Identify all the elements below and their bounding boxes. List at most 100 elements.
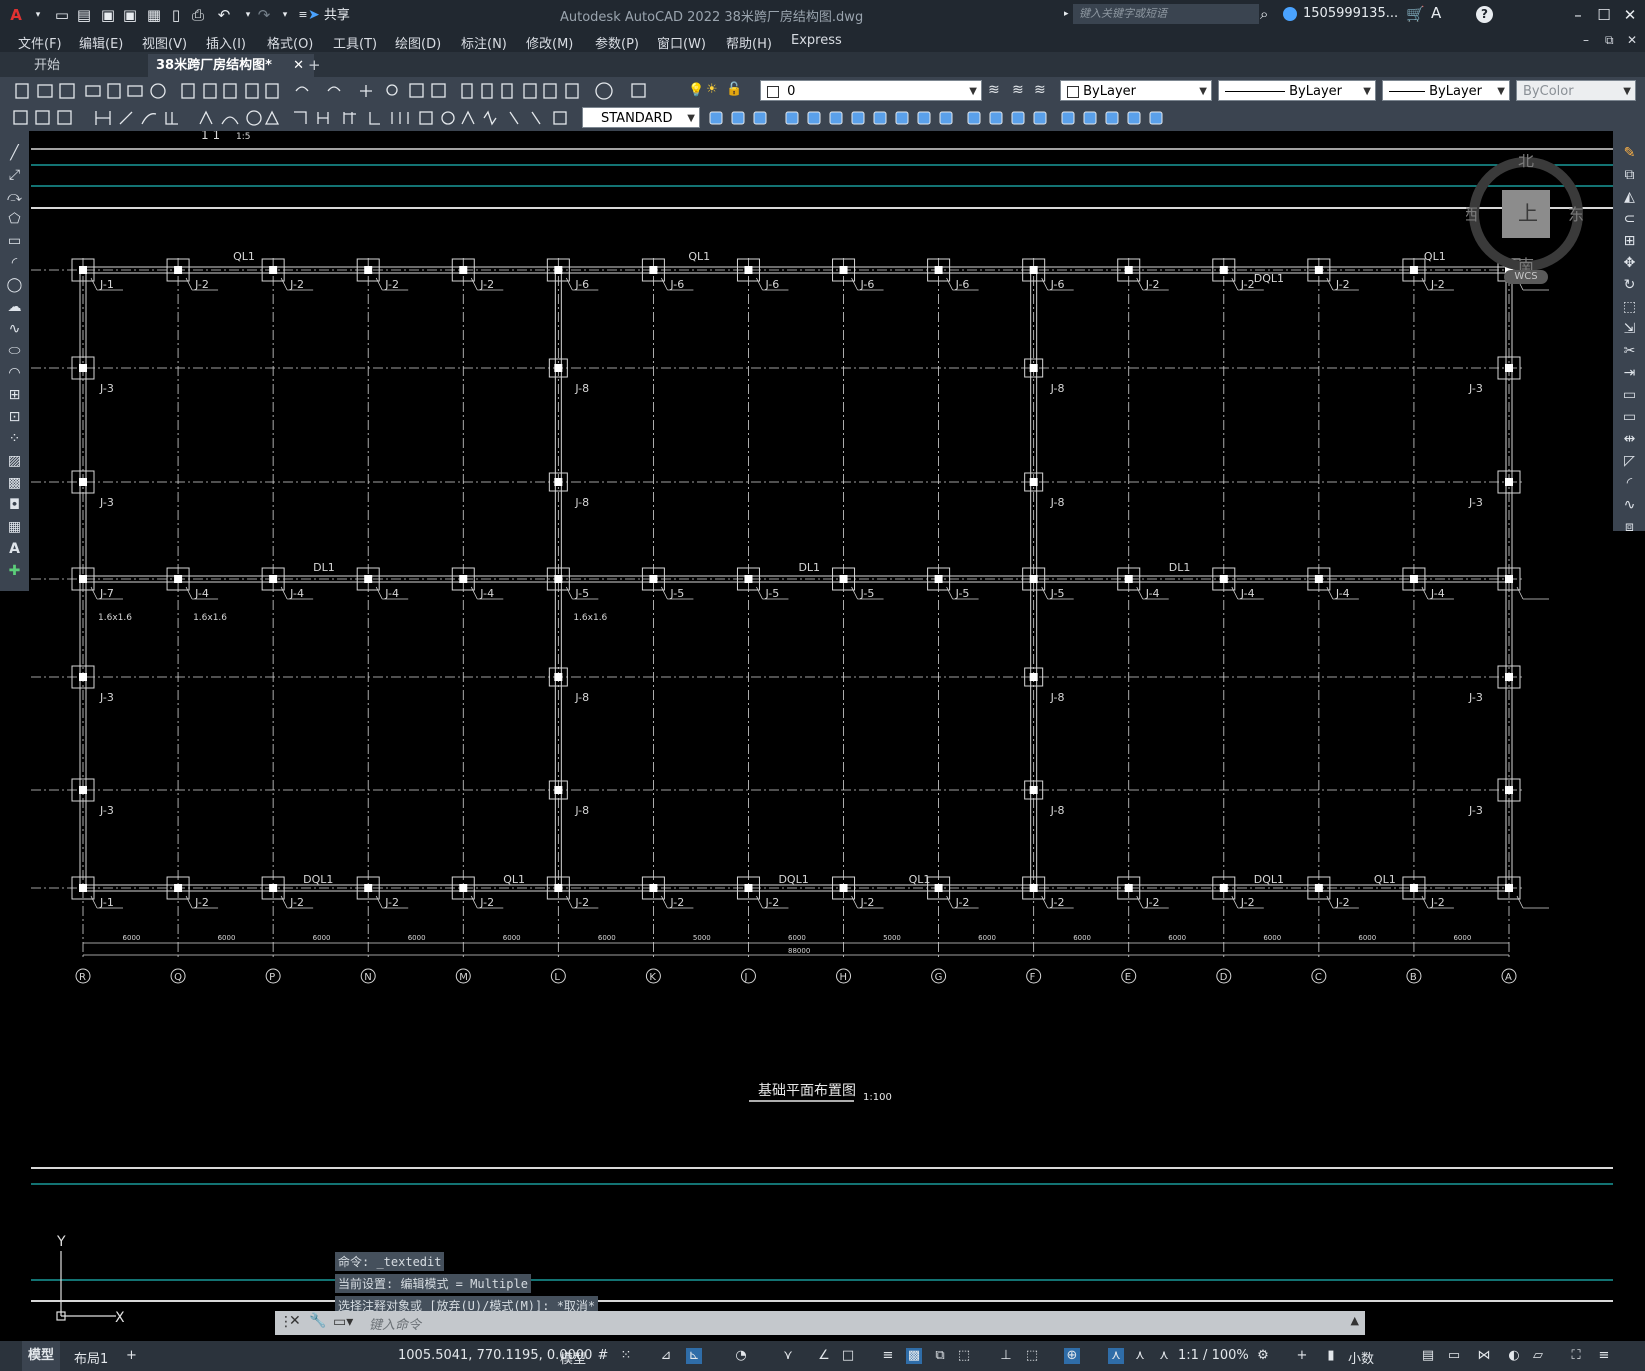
- new-tab-button[interactable]: +: [300, 54, 329, 77]
- command-customize-icon[interactable]: 🔧: [309, 1313, 326, 1329]
- point-icon[interactable]: ⁘: [6, 431, 23, 448]
- selection-cycling-icon[interactable]: ⧉: [932, 1348, 948, 1364]
- quick-properties-icon[interactable]: ▤: [1420, 1348, 1436, 1364]
- viewcube[interactable]: 上 北 南 东 西 WCS: [1462, 151, 1586, 284]
- annotation-visibility-icon[interactable]: ⋏: [1108, 1348, 1124, 1364]
- polygon-icon[interactable]: ⬠: [6, 211, 23, 228]
- plotstyle-dropdown[interactable]: ByColor ▼: [1516, 80, 1636, 101]
- menu-dimension[interactable]: 标注(N): [461, 33, 507, 52]
- user-account[interactable]: 1505999135...: [1303, 6, 1398, 21]
- menu-window[interactable]: 窗口(W): [657, 33, 706, 52]
- customization-menu-icon[interactable]: ≡: [1596, 1348, 1612, 1364]
- menu-express[interactable]: Express: [791, 33, 842, 48]
- explode-icon[interactable]: ⧈: [1621, 519, 1638, 536]
- search-icon[interactable]: ⌕: [1260, 5, 1268, 23]
- lock-ui-icon[interactable]: ▭: [1446, 1348, 1462, 1364]
- menu-tools[interactable]: 工具(T): [333, 33, 377, 52]
- gradient-icon[interactable]: ▩: [6, 475, 23, 492]
- drawing-canvas[interactable]: 1 1 1:5 J-1 J-2 J-2 J-2 J-2 J-6 J-6 J-6 J-6 J-6 J-…: [31, 131, 1613, 1341]
- viewcube-east-label[interactable]: 东: [1568, 205, 1584, 224]
- dimstyle-dropdown[interactable]: STANDARD ▼: [582, 107, 700, 128]
- move-icon[interactable]: ✥: [1621, 255, 1638, 272]
- gizmo-icon[interactable]: ⊕: [1064, 1348, 1080, 1364]
- 3d-osnap-icon[interactable]: ⬚: [956, 1348, 972, 1364]
- workspace-gear-icon[interactable]: ⚙: [1255, 1348, 1271, 1364]
- isolate-objects-icon[interactable]: ⋈: [1476, 1348, 1492, 1364]
- menu-modify[interactable]: 修改(M): [526, 33, 573, 52]
- transparency-icon[interactable]: ▩: [906, 1348, 922, 1364]
- scale-icon[interactable]: ⬚: [1621, 299, 1638, 316]
- polyline-icon[interactable]: ⤼: [6, 189, 23, 206]
- menu-edit[interactable]: 编辑(E): [79, 33, 123, 52]
- help-icon[interactable]: ?: [1476, 6, 1493, 23]
- undo-icon[interactable]: ↶: [214, 4, 234, 26]
- viewcube-north-label[interactable]: 北: [1518, 151, 1534, 170]
- clean-screen-icon[interactable]: ▱: [1530, 1348, 1546, 1364]
- construction-line-icon[interactable]: ⤢: [6, 167, 23, 184]
- rectangle-icon[interactable]: ▭: [6, 233, 23, 250]
- layer-previous-icon[interactable]: ≋: [1034, 82, 1046, 98]
- break-at-point-icon[interactable]: ▭: [1621, 387, 1638, 404]
- ellipse-icon[interactable]: ⬭: [6, 343, 23, 360]
- viewcube-west-label[interactable]: 西: [1462, 205, 1478, 224]
- make-block-icon[interactable]: ⊡: [6, 409, 23, 426]
- mirror-icon[interactable]: ◭: [1621, 189, 1638, 206]
- command-line[interactable]: ⋮ ✕ 🔧 ▭▾ 键入命令 ▲: [275, 1311, 1365, 1335]
- annotation-monitor-icon[interactable]: +: [1294, 1348, 1310, 1364]
- dimension-toolbar-icons[interactable]: [6, 104, 581, 131]
- menu-parametric[interactable]: 参数(P): [595, 33, 639, 52]
- doc-close-icon[interactable]: ✕: [1627, 33, 1637, 47]
- layer-unlock-icon[interactable]: 🔓: [726, 82, 742, 97]
- polar-tracking-icon[interactable]: ◔: [733, 1348, 749, 1364]
- autodesk-app-icon[interactable]: A: [1431, 4, 1441, 22]
- publish-icon[interactable]: ▦: [144, 4, 164, 26]
- wcs-menu[interactable]: WCS: [1504, 270, 1548, 284]
- redo-dropdown-icon[interactable]: ▾: [275, 4, 295, 26]
- offset-icon[interactable]: ⊂: [1621, 211, 1638, 228]
- redo-icon[interactable]: ↷: [254, 4, 274, 26]
- export-icon[interactable]: ▯: [166, 4, 186, 26]
- autocad-logo-icon[interactable]: A: [6, 4, 26, 26]
- minimize-icon[interactable]: –: [1566, 4, 1590, 26]
- extend-icon[interactable]: ⇥: [1621, 365, 1638, 382]
- doc-restore-icon[interactable]: ⧉: [1605, 33, 1614, 48]
- menu-help[interactable]: 帮助(H): [726, 33, 772, 52]
- fillet-icon[interactable]: ◜: [1621, 475, 1638, 492]
- spline-icon[interactable]: ∿: [6, 321, 23, 338]
- join-icon[interactable]: ⇹: [1621, 431, 1638, 448]
- grid-icon[interactable]: #: [595, 1348, 611, 1364]
- table-icon[interactable]: ▦: [6, 519, 23, 536]
- menu-draw[interactable]: 绘图(D): [395, 33, 441, 52]
- blend-curves-icon[interactable]: ∿: [1621, 497, 1638, 514]
- color-dropdown[interactable]: ByLayer ▼: [1060, 80, 1212, 101]
- break-icon[interactable]: ▭: [1621, 409, 1638, 426]
- region-icon[interactable]: ◘: [6, 497, 23, 514]
- modify-toolbar-icons[interactable]: [704, 104, 1214, 131]
- infer-constraints-icon[interactable]: ⊿: [658, 1348, 674, 1364]
- model-space-toggle[interactable]: 模型: [560, 1348, 586, 1367]
- recent-commands-icon[interactable]: ▭▾: [333, 1314, 353, 1330]
- hatch-icon[interactable]: ▨: [6, 453, 23, 470]
- units-value[interactable]: 小数: [1348, 1348, 1374, 1367]
- insert-block-icon[interactable]: ⊞: [6, 387, 23, 404]
- chamfer-icon[interactable]: ◸: [1621, 453, 1638, 470]
- ellipse-arc-icon[interactable]: ◠: [6, 365, 23, 382]
- make-current-layer-icon[interactable]: ≋: [1012, 82, 1024, 98]
- user-icon[interactable]: [1283, 7, 1297, 21]
- line-icon[interactable]: ╱: [6, 145, 23, 162]
- fullscreen-icon[interactable]: ⛶: [1568, 1348, 1584, 1364]
- save-as-icon[interactable]: ▣: [120, 4, 140, 26]
- copy-icon[interactable]: ⧉: [1621, 167, 1638, 184]
- array-icon[interactable]: ⊞: [1621, 233, 1638, 250]
- menu-view[interactable]: 视图(V): [142, 33, 187, 52]
- new-file-icon[interactable]: ▭: [52, 4, 72, 26]
- lineweight-icon[interactable]: ≡: [880, 1348, 896, 1364]
- cart-icon[interactable]: 🛒: [1406, 5, 1425, 23]
- trim-icon[interactable]: ✂: [1621, 343, 1638, 360]
- tab-start[interactable]: 开始: [26, 54, 68, 77]
- object-snap-tracking-icon[interactable]: ∠: [816, 1348, 832, 1364]
- command-close-icon[interactable]: ✕: [289, 1313, 301, 1329]
- rotate-icon[interactable]: ↻: [1621, 277, 1638, 294]
- circle-icon[interactable]: ◯: [6, 277, 23, 294]
- layer-on-icon[interactable]: 💡: [688, 83, 704, 98]
